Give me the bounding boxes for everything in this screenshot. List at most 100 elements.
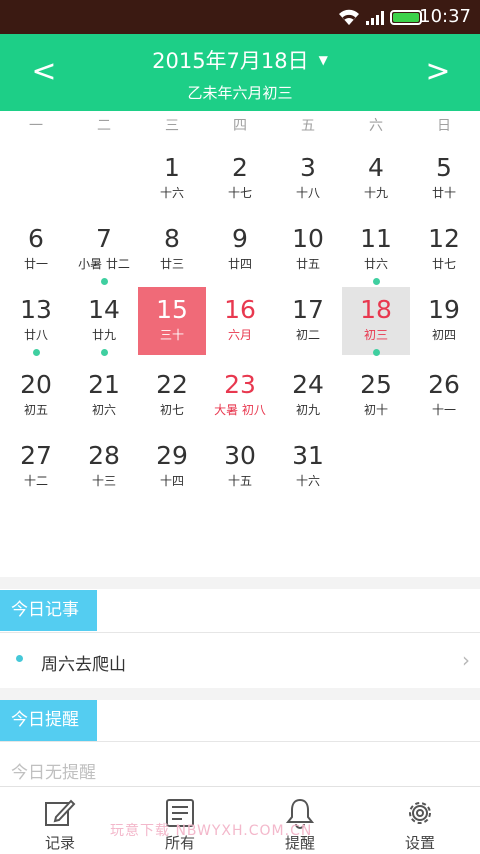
- edit-icon: [45, 799, 76, 826]
- day-number: 11: [360, 224, 392, 253]
- day-number: 27: [20, 441, 52, 470]
- calendar-day-cell[interactable]: 24 初九: [274, 362, 342, 430]
- section-line: [0, 632, 480, 633]
- gear-icon: [409, 802, 431, 824]
- calendar-day-cell[interactable]: 3 十八: [274, 145, 342, 213]
- lunar-day-label: 小暑 廿二: [78, 257, 130, 271]
- calendar-day-cell[interactable]: 21 初六: [70, 362, 138, 430]
- lunar-day-label: 初十: [363, 403, 388, 417]
- calendar-grid: 1 十六 2 十七 3 十八 4 十九 5 廿十 6 廿一 7 小暑 廿二 8 廿三 9 廿四 10 廿五 11 廿六 12…: [0, 141, 480, 488]
- lunar-day-label: 十七: [227, 186, 252, 200]
- day-number: 6: [28, 224, 44, 253]
- lunar-day-label: 大暑 初八: [214, 403, 266, 417]
- lunar-day-label: 初七: [159, 403, 184, 417]
- next-month-button[interactable]: >: [418, 52, 458, 92]
- lunar-day-label: 十八: [295, 186, 320, 200]
- day-number: 30: [224, 441, 256, 470]
- lunar-day-label: 廿七: [431, 257, 456, 271]
- calendar-day-cell[interactable]: 9 廿四: [206, 216, 274, 284]
- day-number: 5: [436, 153, 452, 182]
- calendar-day-cell[interactable]: 27 十二: [2, 433, 70, 501]
- day-number: 17: [292, 295, 324, 324]
- weekday-label: 六: [369, 118, 383, 134]
- date-picker-title[interactable]: 2015年7月18日 ▼: [0, 46, 480, 79]
- calendar-day-cell[interactable]: 22 初七: [138, 362, 206, 430]
- lunar-day-label: 廿五: [295, 257, 320, 271]
- calendar-day-cell[interactable]: 15 三十: [138, 287, 206, 355]
- calendar-day-cell[interactable]: 11 廿六: [342, 216, 410, 285]
- note-item[interactable]: 周六去爬山 ›: [0, 636, 480, 688]
- calendar-day-cell[interactable]: 13 廿八: [2, 287, 70, 356]
- day-number: 13: [20, 295, 52, 324]
- event-dot-icon: [373, 278, 380, 285]
- day-number: 9: [232, 224, 248, 253]
- lunar-day-label: 廿三: [159, 257, 184, 271]
- section-divider: [0, 577, 480, 589]
- day-number: 1: [164, 153, 180, 182]
- day-number: 28: [88, 441, 120, 470]
- day-number: 16: [224, 295, 256, 324]
- calendar-day-cell[interactable]: 16 六月: [206, 287, 274, 355]
- calendar-day-cell[interactable]: 25 初十: [342, 362, 410, 430]
- day-number: 3: [300, 153, 316, 182]
- bullet-dot-icon: [16, 655, 23, 662]
- section-line: [0, 741, 480, 742]
- tab-settings[interactable]: 设置: [360, 787, 480, 854]
- lunar-date: 乙未年六月初三: [187, 84, 293, 102]
- weekday-header: 一 二 三 四 五 六 日: [0, 111, 480, 141]
- day-number: 25: [360, 370, 392, 399]
- lunar-day-label: 初二: [295, 328, 320, 342]
- lunar-day-label: 十四: [159, 474, 184, 488]
- calendar-day-cell[interactable]: 20 初五: [2, 362, 70, 430]
- day-number: 20: [20, 370, 52, 399]
- day-number: 10: [292, 224, 324, 253]
- calendar-day-cell[interactable]: 7 小暑 廿二: [70, 216, 138, 285]
- day-number: 4: [368, 153, 384, 182]
- lunar-day-label: 廿六: [363, 257, 388, 271]
- calendar-day-cell[interactable]: 5 廿十: [410, 145, 478, 213]
- calendar-day-cell[interactable]: 19 初四: [410, 287, 478, 355]
- status-time: 10:37: [419, 6, 471, 27]
- dropdown-caret-icon: ▼: [318, 53, 328, 67]
- calendar-day-cell[interactable]: 12 廿七: [410, 216, 478, 284]
- lunar-day-label: 初六: [91, 403, 116, 417]
- weekday-label: 日: [437, 118, 451, 134]
- day-number: 12: [428, 224, 460, 253]
- calendar-day-cell[interactable]: 23 大暑 初八: [206, 362, 274, 430]
- day-number: 26: [428, 370, 460, 399]
- event-dot-icon: [33, 349, 40, 356]
- calendar-day-cell[interactable]: 29 十四: [138, 433, 206, 501]
- weekday-label: 四: [233, 118, 247, 134]
- lunar-day-label: 十一: [431, 403, 456, 417]
- calendar-day-cell[interactable]: 26 十一: [410, 362, 478, 430]
- lunar-day-label: 十五: [227, 474, 252, 488]
- day-number: 8: [164, 224, 180, 253]
- tab-record[interactable]: 记录: [0, 787, 120, 854]
- calendar-day-cell[interactable]: 17 初二: [274, 287, 342, 355]
- battery-icon: [390, 10, 422, 25]
- calendar-day-cell[interactable]: 14 廿九: [70, 287, 138, 356]
- calendar-day-cell[interactable]: 30 十五: [206, 433, 274, 501]
- calendar-day-cell[interactable]: 10 廿五: [274, 216, 342, 284]
- weekday-label: 三: [165, 118, 179, 134]
- calendar-day-cell[interactable]: 8 廿三: [138, 216, 206, 284]
- calendar-day-cell[interactable]: 2 十七: [206, 145, 274, 213]
- day-number: 22: [156, 370, 188, 399]
- day-number: 21: [88, 370, 120, 399]
- calendar-day-cell[interactable]: 1 十六: [138, 145, 206, 213]
- lunar-day-label: 十二: [23, 474, 48, 488]
- weekday-label: 五: [301, 118, 315, 134]
- lunar-day-label: 十九: [363, 186, 388, 200]
- lunar-day-label: 廿四: [227, 257, 252, 271]
- empty-reminder-text: 今日无提醒: [11, 763, 96, 783]
- calendar-day-cell[interactable]: 6 廿一: [2, 216, 70, 284]
- calendar-day-cell[interactable]: 31 十六: [274, 433, 342, 501]
- calendar-day-cell[interactable]: 28 十三: [70, 433, 138, 501]
- calendar-day-cell[interactable]: 18 初三: [342, 287, 410, 356]
- day-number: 31: [292, 441, 324, 470]
- calendar-day-cell[interactable]: 4 十九: [342, 145, 410, 213]
- reminders-section-title: 今日提醒: [0, 700, 97, 741]
- day-number: 14: [88, 295, 120, 324]
- day-number: 23: [224, 370, 256, 399]
- lunar-day-label: 廿一: [23, 257, 48, 271]
